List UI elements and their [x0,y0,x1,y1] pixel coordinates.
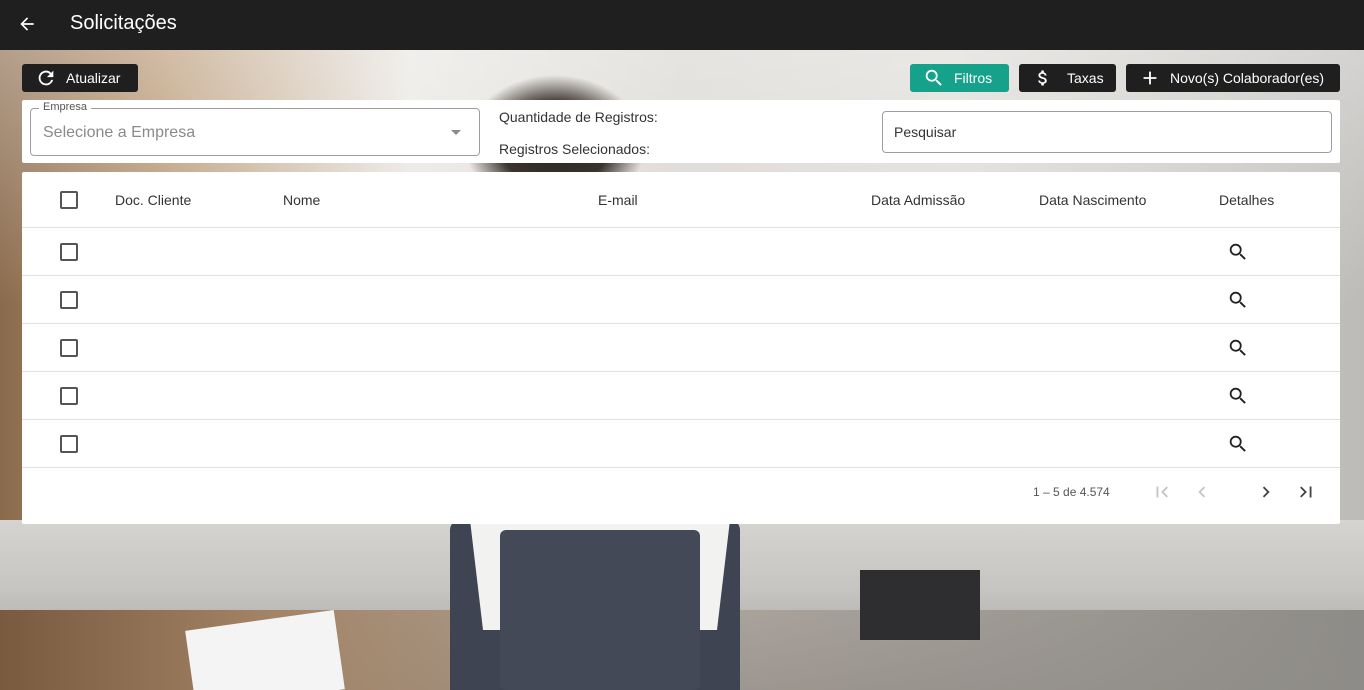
column-nome[interactable]: Nome [283,192,320,208]
search-input[interactable] [883,112,1331,152]
refresh-icon [34,66,58,90]
chevron-right-icon [1262,486,1270,498]
search-field[interactable] [882,111,1332,153]
filters-button[interactable]: Filtros [910,64,1009,92]
search-icon [922,66,946,90]
data-table: Doc. Cliente Nome E-mail Data Admissão D… [22,172,1340,524]
fees-label: Taxas [1067,70,1104,86]
column-data-admissao[interactable]: Data Admissão [871,192,965,208]
page-title: Solicitações [70,12,177,34]
search-icon [1229,291,1246,308]
empresa-label: Empresa [39,101,92,113]
details-button[interactable] [1226,384,1250,408]
new-collaborator-button[interactable]: Novo(s) Colaborador(es) [1126,64,1340,92]
search-icon [1229,339,1246,356]
column-detalhes: Detalhes [1219,192,1275,208]
row-checkbox[interactable] [60,339,78,357]
column-doc-cliente[interactable]: Doc. Cliente [115,192,191,208]
select-all-checkbox[interactable] [60,191,78,209]
chevron-left-icon [1198,486,1206,498]
table-header: Doc. Cliente Nome E-mail Data Admissão D… [22,172,1340,228]
details-button[interactable] [1226,240,1250,264]
empresa-select[interactable]: Empresa Selecione a Empresa [30,101,480,156]
selected-count-label: Registros Selecionados: [499,141,650,157]
record-count-label: Quantidade de Registros: [499,109,658,125]
next-page-button[interactable] [1250,480,1282,504]
details-button[interactable] [1226,336,1250,360]
previous-page-button[interactable] [1186,480,1218,504]
last-page-button[interactable] [1290,480,1322,504]
empresa-placeholder: Selecione a Empresa [43,124,196,141]
search-icon [1229,387,1246,404]
fees-button[interactable]: Taxas [1019,64,1116,92]
back-button[interactable] [14,11,40,37]
last-page-icon [1300,486,1312,498]
dollar-icon [1031,66,1055,90]
paginator: 1 – 5 de 4.574 [22,468,1340,524]
filter-panel: Empresa Selecione a Empresa Quantidade d… [22,100,1340,163]
row-checkbox[interactable] [60,291,78,309]
dropdown-caret-icon [451,130,461,135]
table-row [22,420,1340,468]
search-icon [1229,243,1246,260]
table-row [22,276,1340,324]
new-collaborator-label: Novo(s) Colaborador(es) [1170,70,1325,86]
first-page-button[interactable] [1146,480,1178,504]
plus-icon [1138,66,1162,90]
column-data-nascimento[interactable]: Data Nascimento [1039,192,1146,208]
row-checkbox[interactable] [60,243,78,261]
details-button[interactable] [1226,288,1250,312]
refresh-button[interactable]: Atualizar [22,64,138,92]
first-page-icon [1156,486,1168,498]
column-email[interactable]: E-mail [598,192,638,208]
table-row [22,324,1340,372]
filters-label: Filtros [954,70,993,86]
row-checkbox[interactable] [60,387,78,405]
top-app-bar: Solicitações [0,0,1364,50]
table-row [22,228,1340,276]
row-checkbox[interactable] [60,435,78,453]
arrow-back-icon [20,17,34,31]
details-button[interactable] [1226,432,1250,456]
refresh-label: Atualizar [66,70,121,86]
table-row [22,372,1340,420]
search-icon [1229,435,1246,452]
paginator-range: 1 – 5 de 4.574 [1033,485,1110,499]
